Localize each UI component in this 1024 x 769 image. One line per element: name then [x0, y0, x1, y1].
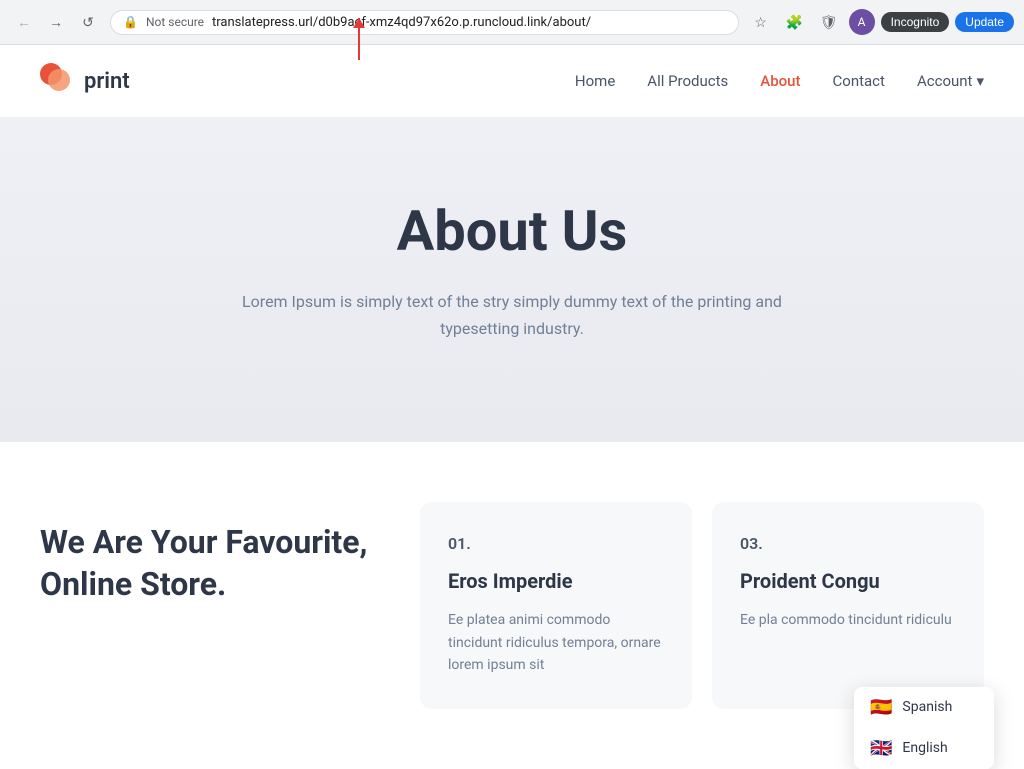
- lang-option-english[interactable]: 🇬🇧 English: [854, 728, 994, 769]
- logo-circle-2: [48, 69, 70, 91]
- browser-chrome: ← → ↺ 🔒 Not secure translatepress.url/d0…: [0, 0, 1024, 45]
- left-title: We Are Your Favourite, Online Store.: [40, 522, 380, 605]
- nav-account[interactable]: Account ▾: [917, 72, 984, 90]
- address-bar[interactable]: 🔒 Not secure translatepress.url/d0b9acf-…: [110, 10, 739, 35]
- shield-button[interactable]: 🛡: [815, 8, 843, 36]
- hero-description: Lorem Ipsum is simply text of the stry s…: [232, 288, 792, 342]
- card-01: 01. Eros Imperdie Ee platea animi commod…: [420, 502, 692, 708]
- site-nav: Home All Products About Contact Account …: [575, 72, 984, 90]
- content-section: We Are Your Favourite, Online Store. 01.…: [0, 442, 1024, 768]
- hero-title: About Us: [40, 198, 984, 264]
- left-content: We Are Your Favourite, Online Store.: [40, 502, 380, 708]
- profile-button[interactable]: A: [849, 9, 875, 35]
- incognito-button[interactable]: Incognito: [881, 12, 950, 32]
- hero-section: About Us Lorem Ipsum is simply text of t…: [0, 118, 1024, 442]
- forward-button[interactable]: →: [42, 8, 70, 36]
- reload-button[interactable]: ↺: [74, 8, 102, 36]
- logo-icon: [40, 63, 76, 99]
- update-button[interactable]: Update: [955, 12, 1014, 32]
- spanish-label: Spanish: [902, 699, 952, 715]
- card-03-text: Ee pla commodo tincidunt ridiculu: [740, 609, 956, 631]
- card-03-title: Proident Congu: [740, 569, 956, 593]
- nav-contact[interactable]: Contact: [833, 72, 885, 90]
- logo[interactable]: print: [40, 63, 130, 99]
- chevron-down-icon: ▾: [976, 72, 984, 90]
- nav-all-products[interactable]: All Products: [647, 72, 728, 90]
- card-01-text: Ee platea animi commodo tincidunt ridicu…: [448, 609, 664, 676]
- website: print Home All Products About Contact Ac…: [0, 45, 1024, 769]
- lock-icon: 🔒: [123, 15, 138, 29]
- url-text: translatepress.url/d0b9acf-xmz4qd97x62o.…: [212, 15, 726, 30]
- english-label: English: [902, 740, 947, 756]
- annotation-arrow-top: [358, 18, 360, 60]
- nav-about[interactable]: About: [760, 72, 800, 90]
- star-button[interactable]: ☆: [747, 8, 775, 36]
- extensions-button[interactable]: 🧩: [781, 8, 809, 36]
- left-title-line1: We Are Your Favourite,: [40, 523, 367, 561]
- card-01-title: Eros Imperdie: [448, 569, 664, 593]
- card-03-number: 03.: [740, 534, 956, 553]
- language-dropdown[interactable]: 🇪🇸 Spanish 🇬🇧 English: [854, 687, 994, 769]
- spanish-flag: 🇪🇸: [870, 697, 892, 718]
- account-label: Account: [917, 72, 973, 90]
- cards-area: 01. Eros Imperdie Ee platea animi commod…: [420, 502, 984, 708]
- back-button[interactable]: ←: [10, 8, 38, 36]
- lang-option-spanish[interactable]: 🇪🇸 Spanish: [854, 687, 994, 728]
- card-01-number: 01.: [448, 534, 664, 553]
- nav-home[interactable]: Home: [575, 72, 615, 90]
- english-flag: 🇬🇧: [870, 738, 892, 759]
- logo-text: print: [84, 69, 130, 94]
- not-secure-label: Not secure: [146, 15, 204, 29]
- left-title-line2: Online Store.: [40, 565, 226, 603]
- site-header: print Home All Products About Contact Ac…: [0, 45, 1024, 118]
- card-03: 03. Proident Congu Ee pla commodo tincid…: [712, 502, 984, 708]
